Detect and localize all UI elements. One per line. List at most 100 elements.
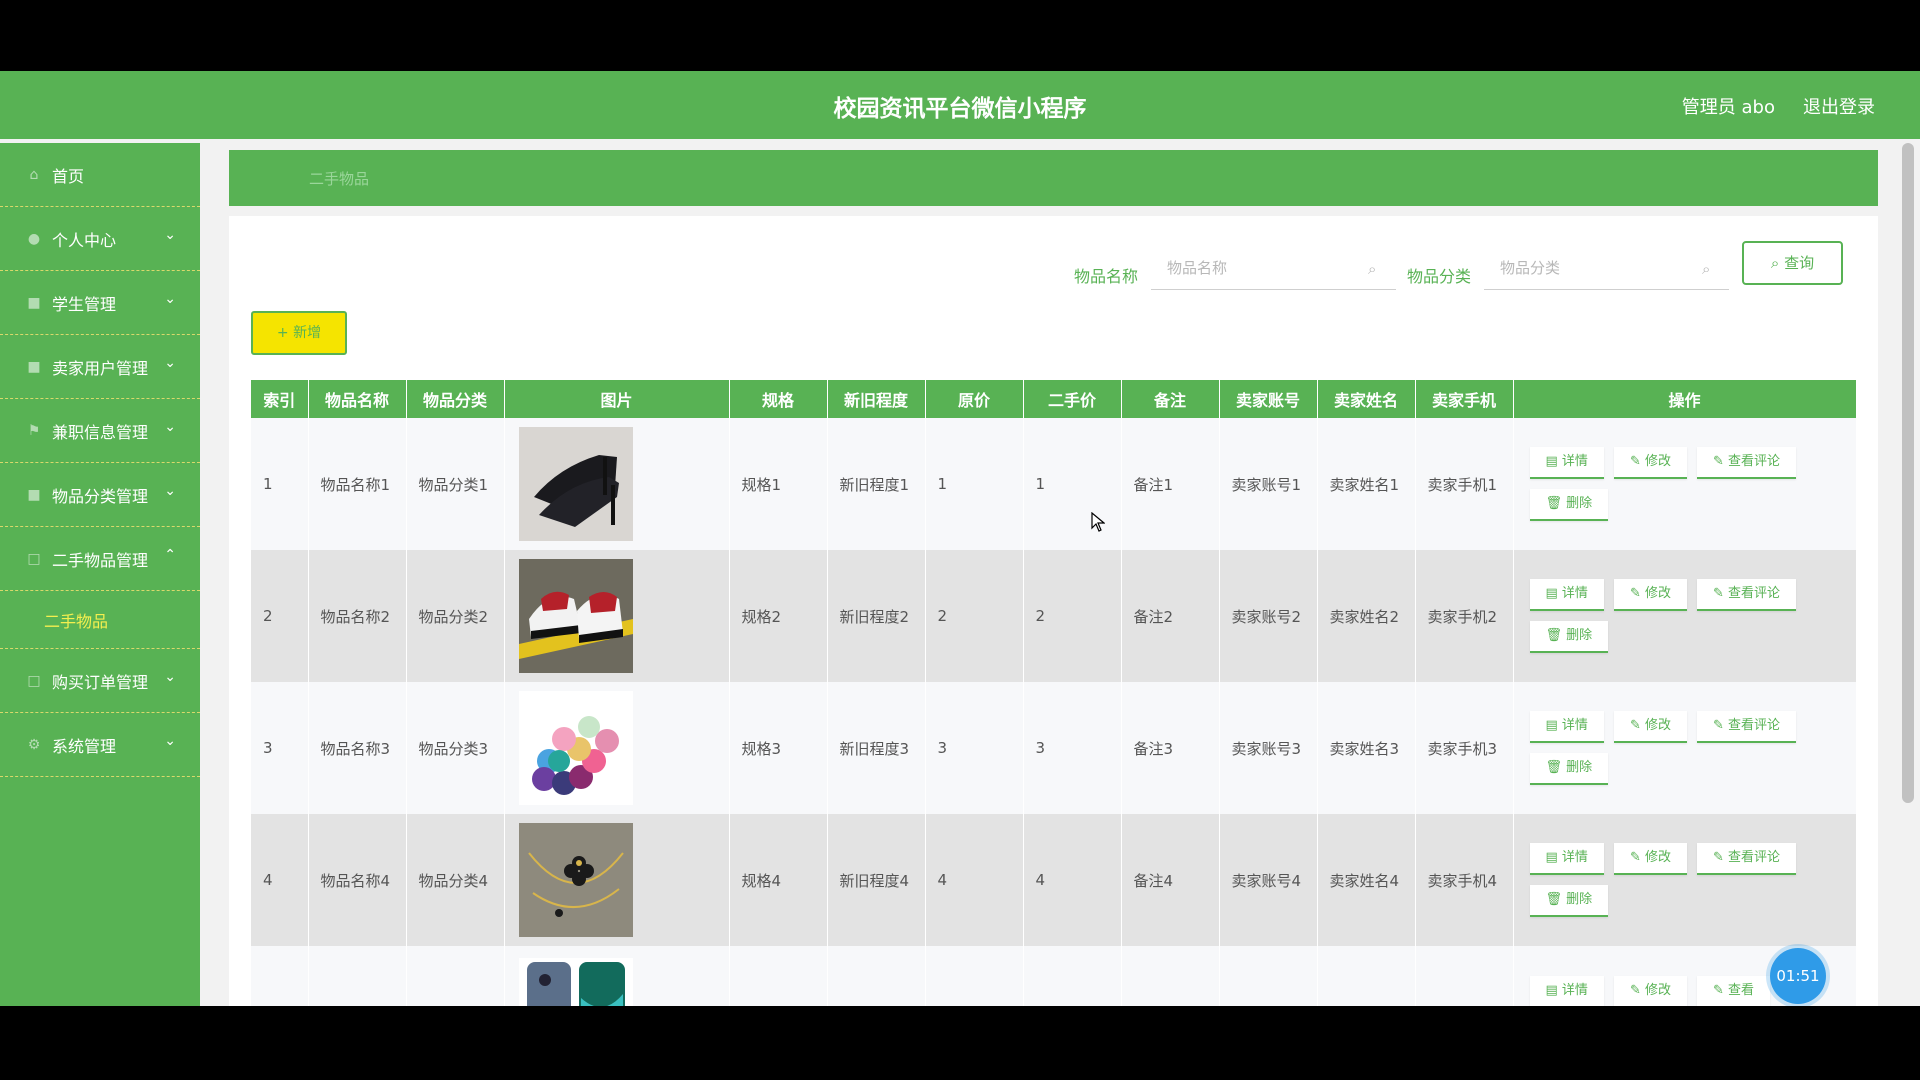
chevron-down-icon: ⌄ [164, 419, 176, 435]
edit-button-label: 修改 [1644, 718, 1671, 733]
sidebar-item-orders[interactable]: □ 购买订单管理 ⌄ [0, 649, 200, 713]
table-header-row: 索引 物品名称 物品分类 图片 规格 新旧程度 原价 二手价 备注 卖家账号 卖家姓名 卖家手机 操作 [251, 380, 1857, 418]
cell-name: 物品名称3 [308, 682, 407, 814]
cell-actions: ▤ 详情 ✎ 修改 ✎ 查看评论 🗑 删除 [1513, 814, 1857, 946]
cell-condition: 新旧程度2 [827, 550, 926, 682]
item-thumbnail[interactable] [518, 823, 729, 937]
edit-button[interactable]: ✎ 修改 [1613, 579, 1687, 611]
cell-used-price: 2 [1023, 550, 1122, 682]
item-image-cell [504, 946, 730, 1006]
column-header: 索引 [251, 380, 309, 418]
delete-button[interactable]: 🗑 删除 [1529, 489, 1609, 521]
column-header: 图片 [504, 380, 730, 418]
cell-account: 卖家账号1 [1219, 418, 1318, 550]
trash-icon: 🗑 [1545, 628, 1567, 643]
delete-button[interactable]: 🗑 删除 [1529, 621, 1609, 653]
cell-price: 2 [925, 550, 1024, 682]
cell-condition: 新旧程度1 [827, 418, 926, 550]
edit-button[interactable]: ✎ 修改 [1613, 976, 1687, 1006]
sidebar-item-students[interactable]: ■ 学生管理 ⌄ [0, 271, 200, 335]
table-cell [1317, 946, 1416, 1006]
item-thumbnail[interactable] [518, 958, 729, 1006]
column-header: 备注 [1121, 380, 1220, 418]
search-icon: ⌕ [1702, 260, 1711, 278]
column-header: 卖家手机 [1415, 380, 1514, 418]
delete-button[interactable]: 🗑 删除 [1529, 885, 1609, 917]
cell-phone: 卖家手机1 [1415, 418, 1514, 550]
detail-icon: ▤ [1545, 850, 1562, 865]
students-icon: ■ [27, 294, 41, 311]
view-comments-button[interactable]: ✎ 查看评论 [1696, 447, 1797, 479]
sidebar-item-secondhand[interactable]: □ 二手物品管理 ⌃ [0, 527, 200, 591]
comment-icon: ✎ [1712, 983, 1729, 998]
add-button[interactable]: + 新增 [251, 311, 347, 355]
cell-account: 卖家账号4 [1219, 814, 1318, 946]
item-category-label: 物品分类 [1407, 267, 1472, 286]
detail-button[interactable]: ▤ 详情 [1529, 843, 1604, 875]
detail-button[interactable]: ▤ 详情 [1529, 711, 1604, 743]
sidebar-item-system[interactable]: ⚙ 系统管理 ⌄ [0, 713, 200, 777]
edit-icon: ✎ [1629, 850, 1645, 865]
cell-index: 1 [251, 418, 309, 550]
table-row: 4 物品名称4 物品分类4 规格4 新旧程度4 4 4 备注4 卖家账号4 卖家姓名4 卖家手机4 ▤… [251, 814, 1857, 946]
item-thumbnail[interactable] [518, 691, 729, 805]
item-category-search-input[interactable] [1484, 246, 1729, 290]
search-icon: ⌕ [1368, 260, 1377, 278]
sidebar-item-personal-center[interactable]: ● 个人中心 ⌄ [0, 207, 200, 271]
item-thumbnail[interactable] [518, 559, 729, 673]
delete-button-label: 删除 [1566, 628, 1593, 643]
chevron-down-icon: ⌄ [164, 355, 176, 371]
sidebar-item-jobs[interactable]: ⚑ 兼职信息管理 ⌄ [0, 399, 200, 463]
goods-icon: □ [27, 550, 41, 567]
trash-icon: 🗑 [1545, 760, 1567, 775]
item-thumbnail[interactable] [518, 427, 729, 541]
cell-price: 3 [925, 682, 1024, 814]
cell-price: 1 [925, 418, 1024, 550]
column-header: 操作 [1513, 380, 1857, 418]
cell-note: 备注3 [1121, 682, 1220, 814]
trash-icon: 🗑 [1545, 496, 1567, 511]
detail-button[interactable]: ▤ 详情 [1529, 976, 1604, 1006]
view-comments-button[interactable]: ✎ 查看 [1696, 976, 1771, 1006]
sidebar-item-label: 物品分类管理 [52, 486, 149, 506]
chevron-down-icon: ⌄ [164, 291, 176, 307]
cell-actions: ▤ 详情 ✎ 修改 ✎ 查看评论 🗑 删除 [1513, 418, 1857, 550]
edit-button[interactable]: ✎ 修改 [1613, 711, 1687, 743]
content-panel: 物品名称 ⌕ 物品分类 ⌕ ⌕ 查询 + 新增 索引物品名称物品分类图片规格新旧… [229, 216, 1878, 1006]
item-name-search-input[interactable] [1151, 246, 1396, 290]
page-scrollbar[interactable] [1902, 143, 1914, 803]
settings-icon: ⚙ [27, 736, 41, 753]
cell-seller: 卖家姓名4 [1317, 814, 1416, 946]
top-header: 校园资讯平台微信小程序 管理员 abo 退出登录 [0, 71, 1920, 139]
table-cell [1023, 946, 1122, 1006]
edit-icon: ✎ [1629, 454, 1645, 469]
category-icon: ■ [27, 486, 41, 503]
sidebar-item-categories[interactable]: ■ 物品分类管理 ⌄ [0, 463, 200, 527]
view-comments-button[interactable]: ✎ 查看评论 [1696, 711, 1797, 743]
sidebar-item-label: 购买订单管理 [52, 672, 149, 692]
logout-link[interactable]: 退出登录 [1803, 93, 1875, 119]
sidebar-item-label: 个人中心 [52, 230, 117, 250]
column-header: 卖家账号 [1219, 380, 1318, 418]
query-button[interactable]: ⌕ 查询 [1742, 241, 1843, 285]
table-cell [1219, 946, 1318, 1006]
sidebar-item-label: 兼职信息管理 [52, 422, 149, 442]
sidebar-subitem-secondhand-goods[interactable]: 二手物品 [0, 591, 200, 649]
item-name-label: 物品名称 [1074, 267, 1139, 286]
view-comments-button[interactable]: ✎ 查看评论 [1696, 843, 1797, 875]
detail-button[interactable]: ▤ 详情 [1529, 447, 1604, 479]
edit-button[interactable]: ✎ 修改 [1613, 447, 1687, 479]
delete-button[interactable]: 🗑 删除 [1529, 753, 1609, 785]
edit-button-label: 修改 [1644, 586, 1671, 601]
comment-icon: ✎ [1712, 454, 1729, 469]
sidebar-item-sellers[interactable]: ■ 卖家用户管理 ⌄ [0, 335, 200, 399]
edit-icon: ✎ [1629, 586, 1645, 601]
sidebar-item-label: 卖家用户管理 [52, 358, 149, 378]
edit-button[interactable]: ✎ 修改 [1613, 843, 1687, 875]
cell-used-price: 4 [1023, 814, 1122, 946]
sidebar-item-home[interactable]: ⌂ 首页 [0, 143, 200, 207]
cell-used-price: 3 [1023, 682, 1122, 814]
table-cell [251, 946, 309, 1006]
detail-button[interactable]: ▤ 详情 [1529, 579, 1604, 611]
view-comments-button[interactable]: ✎ 查看评论 [1696, 579, 1797, 611]
